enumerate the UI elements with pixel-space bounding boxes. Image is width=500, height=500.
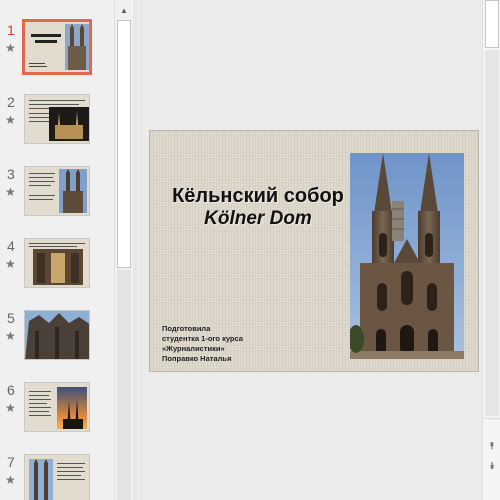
slide-subtitle[interactable]: Kölner Dom xyxy=(168,208,348,230)
next-slide-icon[interactable]: ⯯ xyxy=(484,459,500,475)
cathedral-facade-thumbnail-image xyxy=(25,311,89,359)
slide-number: 4 xyxy=(7,238,15,254)
cathedral-interior-thumbnail-image xyxy=(33,249,83,285)
author-line: «Журналистики» xyxy=(162,344,225,353)
cathedral-sunset-thumbnail-image xyxy=(57,387,87,429)
slide-number: 6 xyxy=(7,382,15,398)
thumbnail-row-5[interactable]: 5 ★ xyxy=(0,310,114,370)
thumbnail-row-3[interactable]: 3 ★ xyxy=(0,166,114,226)
slide-scroll-track[interactable] xyxy=(485,50,499,416)
slide-thumbnail-5[interactable] xyxy=(24,310,90,360)
cathedral-thumbnail-image xyxy=(29,459,53,500)
thumbnail-row-4[interactable]: 4 ★ xyxy=(0,238,114,298)
slide-scroll-handle[interactable] xyxy=(485,0,499,48)
scroll-up-icon[interactable]: ▲ xyxy=(115,2,133,20)
thumbnail-row-1[interactable]: 1 ★ xyxy=(0,19,114,82)
slide-thumbnail-6[interactable] xyxy=(24,382,90,432)
slide-thumbnail-1[interactable] xyxy=(22,19,92,75)
thumbnail-row-6[interactable]: 6 ★ xyxy=(0,382,114,442)
star-icon: ★ xyxy=(5,329,16,343)
cathedral-night-thumbnail-image xyxy=(49,107,89,141)
slide-number: 7 xyxy=(7,454,15,470)
author-line: студентка 1-ого курса xyxy=(162,334,243,343)
presentation-editor: 1 ★ 2 ★ 3 ★ 4 ★ 5 ★ 6 ★ 7 ★ ▲ Кёльнский … xyxy=(0,0,500,500)
slide-author-text[interactable]: Подготовила студентка 1-ого курса «Журна… xyxy=(162,324,282,364)
author-line: Поправко Наталья xyxy=(162,354,232,363)
star-icon: ★ xyxy=(5,41,16,55)
slide-navigation-buttons: ⯭ ⯯ xyxy=(483,418,500,500)
star-icon: ★ xyxy=(5,401,16,415)
cathedral-thumbnail-image xyxy=(59,169,87,213)
star-icon: ★ xyxy=(5,185,16,199)
slide-number: 5 xyxy=(7,310,15,326)
slide-thumbnail-3[interactable] xyxy=(24,166,90,216)
thumbnail-row-2[interactable]: 2 ★ xyxy=(0,94,114,154)
cologne-cathedral-photo[interactable] xyxy=(350,153,464,359)
thumbnail-scroll-handle[interactable] xyxy=(117,20,131,268)
slide-thumbnail-7[interactable] xyxy=(24,454,90,500)
star-icon: ★ xyxy=(5,473,16,487)
star-icon: ★ xyxy=(5,257,16,271)
previous-slide-icon[interactable]: ⯭ xyxy=(484,439,500,455)
slide-title[interactable]: Кёльнский собор xyxy=(168,185,348,207)
thumbnail-scroll-track[interactable] xyxy=(117,270,131,500)
slide-thumbnail-pane[interactable]: 1 ★ 2 ★ 3 ★ 4 ★ 5 ★ 6 ★ 7 ★ xyxy=(0,0,114,500)
slide-number: 1 xyxy=(7,22,15,38)
thumbnail-scrollbar[interactable]: ▲ xyxy=(114,0,133,500)
current-slide[interactable]: Кёльнский собор Kölner Dom Подготовила с… xyxy=(149,130,479,372)
author-line: Подготовила xyxy=(162,324,211,333)
cathedral-thumbnail-image xyxy=(65,24,89,70)
slide-thumbnail-4[interactable] xyxy=(24,238,90,288)
thumbnail-row-7[interactable]: 7 ★ xyxy=(0,454,114,500)
slide-number: 2 xyxy=(7,94,15,110)
slide-scrollbar[interactable]: ▼ ⯭ ⯯ xyxy=(482,0,500,500)
slide-number: 3 xyxy=(7,166,15,182)
star-icon: ★ xyxy=(5,113,16,127)
slide-thumbnail-2[interactable] xyxy=(24,94,90,144)
